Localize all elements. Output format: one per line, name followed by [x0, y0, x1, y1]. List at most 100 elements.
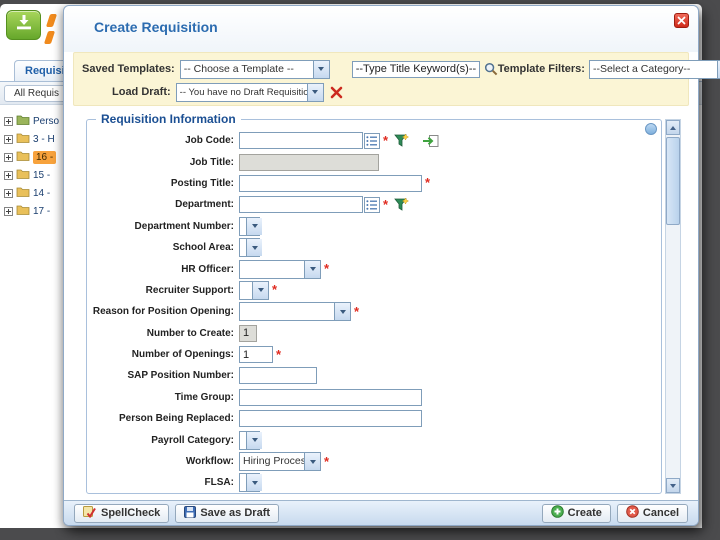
scroll-up-icon[interactable]	[666, 120, 680, 135]
load-draft-select[interactable]: -- You have no Draft Requisitions	[175, 82, 324, 102]
hr-officer-select[interactable]	[239, 259, 321, 279]
form-row: Recruiter Support: *	[91, 280, 659, 301]
form-row: Posting Title: *	[91, 173, 659, 194]
chevron-down-icon	[252, 281, 268, 299]
person-being-replaced-input[interactable]	[239, 410, 422, 428]
cancel-button[interactable]: Cancel	[616, 503, 688, 523]
field-label: Time Group:	[174, 391, 234, 403]
field-label: Number to Create:	[146, 327, 234, 339]
download-icon	[15, 14, 33, 36]
folder-icon	[16, 148, 30, 166]
create-requisition-dialog: Create Requisition Saved Templates: -- C…	[63, 5, 720, 526]
expand-icon[interactable]	[4, 170, 13, 180]
form-row: Department: *	[91, 194, 659, 215]
time-group-input[interactable]	[239, 388, 422, 406]
title-keyword-input[interactable]	[351, 60, 480, 78]
folder-icon	[16, 130, 30, 148]
tree-item-label: 17 -	[33, 205, 51, 217]
department-lookup-icon[interactable]	[364, 196, 380, 213]
close-icon	[677, 12, 686, 30]
chevron-down-icon	[246, 239, 262, 257]
tab-all-requisitions[interactable]: All Requis	[4, 85, 70, 102]
dialog-title: Create Requisition	[94, 19, 218, 35]
cancel-icon	[626, 505, 639, 521]
form-row: Person Being Replaced:	[91, 408, 659, 429]
required-marker: *	[354, 303, 360, 319]
recruiter-support-select[interactable]	[239, 280, 269, 300]
field-label: Number of Openings:	[131, 349, 234, 361]
close-button[interactable]	[674, 13, 689, 28]
required-marker: *	[383, 196, 389, 212]
app-action-button[interactable]	[6, 10, 41, 40]
field-label: Department Number:	[134, 220, 234, 232]
tree-item-label: 15 -	[33, 169, 51, 181]
expand-icon[interactable]	[4, 116, 13, 126]
department-input[interactable]	[239, 196, 363, 214]
saved-templates-select[interactable]: -- Choose a Template --	[179, 59, 330, 79]
required-marker: *	[276, 346, 282, 362]
form-row: Time Group:	[91, 387, 659, 408]
requisition-information-section: Job Code: * Job Title: Posting Title: * …	[86, 119, 662, 494]
job-code-filter-icon[interactable]	[394, 133, 410, 148]
form-row: HR Officer: *	[91, 258, 659, 279]
search-icon[interactable]	[484, 62, 498, 76]
field-label: FLSA:	[204, 477, 234, 489]
job-code-quick-add-icon[interactable]	[422, 134, 439, 148]
expand-icon[interactable]	[4, 134, 13, 144]
scrollbar-thumb[interactable]	[666, 137, 680, 225]
section-legend: Requisition Information	[96, 112, 241, 126]
chevron-down-icon	[246, 474, 262, 492]
department-filter-icon[interactable]	[394, 197, 410, 212]
reason-for-position-opening-select[interactable]	[239, 302, 351, 322]
tree-item-label: 14 -	[33, 187, 51, 199]
field-label: Job Title:	[189, 156, 234, 168]
required-marker: *	[425, 175, 431, 191]
spellcheck-button[interactable]: SpellCheck	[74, 503, 170, 523]
flsa-select[interactable]	[239, 473, 262, 493]
field-label: School Area:	[172, 242, 234, 254]
job-code-lookup-icon[interactable]	[364, 132, 380, 149]
form-row: Number to Create:	[91, 323, 659, 344]
field-label: Job Code:	[185, 135, 234, 147]
form-row: Job Code: *	[91, 130, 659, 151]
expand-icon[interactable]	[4, 152, 13, 162]
create-button[interactable]: Create	[541, 503, 611, 523]
save-as-draft-button[interactable]: Save as Draft	[175, 503, 280, 523]
folder-icon	[16, 202, 30, 220]
load-draft-label: Load Draft:	[112, 86, 171, 98]
tree-item-label: Perso	[33, 115, 60, 127]
dialog-footer: SpellCheck Save as Draft Create Cancel	[64, 500, 698, 525]
logo-fragment	[44, 13, 64, 49]
chevron-down-icon	[312, 60, 329, 78]
template-filters-select[interactable]: --Select a Category--	[588, 59, 720, 79]
chevron-down-icon	[246, 217, 262, 235]
field-label: Reason for Position Opening:	[92, 306, 234, 318]
expand-icon[interactable]	[4, 188, 13, 198]
chevron-down-icon	[304, 453, 320, 471]
workflow-select[interactable]: Hiring Process	[239, 452, 321, 472]
number-of-openings-input[interactable]	[239, 346, 273, 364]
posting-title-input[interactable]	[239, 174, 422, 192]
form-row: Job Title:	[91, 151, 659, 172]
form-row: Department Number:	[91, 216, 659, 237]
scrollbar[interactable]	[665, 119, 681, 494]
sap-position-number-input[interactable]	[239, 367, 317, 385]
form-row: Number of Openings: *	[91, 344, 659, 365]
delete-draft-icon[interactable]	[330, 86, 343, 99]
required-marker: *	[383, 132, 389, 148]
department-number-select[interactable]	[239, 216, 262, 236]
form-row: Payroll Category:	[91, 429, 659, 450]
scroll-down-icon[interactable]	[666, 478, 680, 493]
save-icon	[184, 505, 197, 521]
school-area-select[interactable]	[239, 238, 262, 258]
templates-bar: Saved Templates: -- Choose a Template --…	[73, 52, 720, 106]
spellcheck-icon	[83, 505, 97, 521]
field-label: Workflow:	[185, 456, 234, 468]
expand-icon[interactable]	[4, 206, 13, 216]
job-code-input[interactable]	[239, 132, 363, 150]
template-filters-label: Template Filters:	[497, 63, 585, 75]
field-label: Payroll Category:	[151, 434, 234, 446]
payroll-category-select[interactable]	[239, 430, 262, 450]
form-row: Workflow: Hiring Process *	[91, 451, 659, 472]
form-row: SAP Position Number:	[91, 365, 659, 386]
